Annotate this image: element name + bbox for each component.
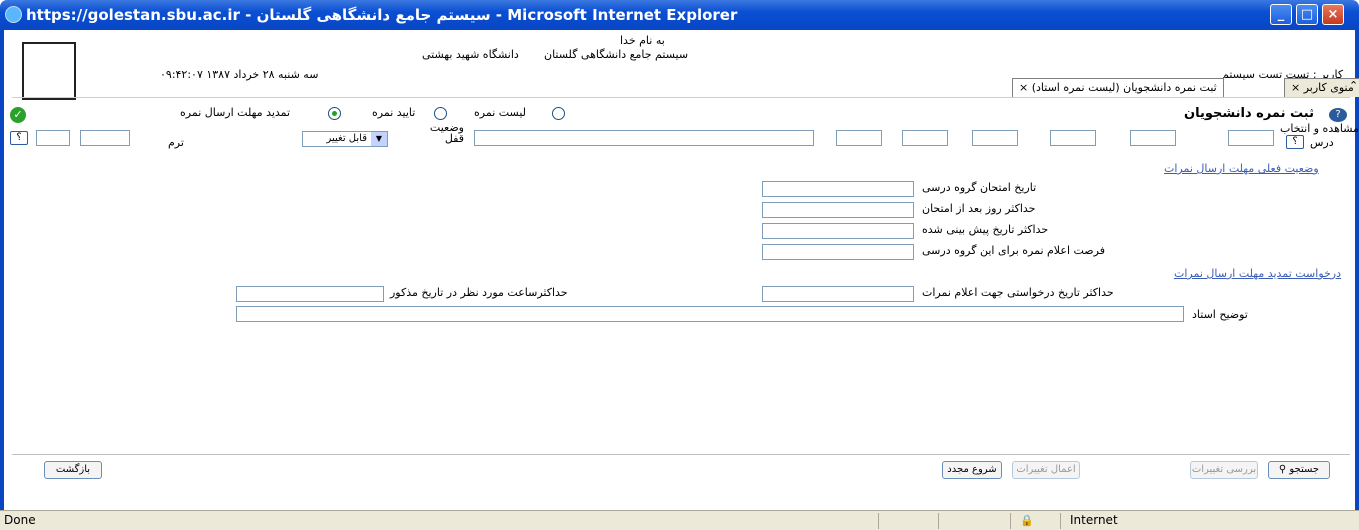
window-title: https://golestan.sbu.ac.ir - سیستم جامع … xyxy=(26,6,738,24)
review-button-label: بررسی تغییرات xyxy=(1191,464,1257,475)
current-status-heading: وضعیت فعلی مهلت ارسال نمرات xyxy=(1164,162,1319,175)
university-name: دانشگاه شهید بهشتی xyxy=(422,48,519,61)
radio-list-label: لیست نمره xyxy=(474,106,527,119)
teacher-note-label: توضیح استاد xyxy=(1192,308,1248,321)
chance-field[interactable] xyxy=(762,244,914,260)
exam-date-label: تاریخ امتحان گروه درسی xyxy=(922,181,1037,194)
term-field[interactable] xyxy=(80,130,130,146)
binoculars-icon: ⚲ xyxy=(1278,464,1287,475)
status-separator xyxy=(1060,513,1061,529)
tab-user-menu-label: منوی کاربر xyxy=(1303,81,1354,94)
bismillah-text: به نام خدا xyxy=(620,34,665,47)
ie-icon xyxy=(5,6,22,23)
status-done: Done xyxy=(4,513,36,527)
review-changes-button[interactable]: بررسی تغییرات xyxy=(1190,461,1258,479)
radio-grade-list[interactable] xyxy=(552,107,565,120)
course-label: درس xyxy=(1310,136,1334,149)
chevron-down-icon: ▼ xyxy=(371,132,387,146)
tab-close-icon[interactable]: × xyxy=(1019,81,1028,94)
lock-status-label: وضعیت قفل xyxy=(429,121,464,145)
status-zone: Internet xyxy=(1070,513,1118,527)
course-field-6[interactable] xyxy=(836,130,882,146)
exam-date-field[interactable] xyxy=(762,181,914,197)
status-separator xyxy=(878,513,879,529)
max-hour-label: حداکثرساعت مورد نظر در تاریخ مذکور xyxy=(390,286,568,299)
term-help-button[interactable]: ؟ xyxy=(10,131,28,145)
minimize-button[interactable]: _ xyxy=(1270,4,1292,25)
system-name: سیستم جامع دانشگاهی گلستان xyxy=(544,48,689,61)
chance-label: فرصت اعلام نمره برای این گروه درسی xyxy=(922,244,1105,257)
course-name-field[interactable] xyxy=(474,130,814,146)
radio-grade-confirm[interactable] xyxy=(434,107,447,120)
max-days-field[interactable] xyxy=(762,202,914,218)
back-button-label: بازگشت xyxy=(55,464,91,475)
header-divider xyxy=(12,97,1350,98)
restart-button-label: شروع مجدد xyxy=(947,464,997,475)
course-help-button[interactable]: ؟ xyxy=(1286,135,1304,149)
search-button-label: جستجو xyxy=(1289,464,1320,475)
max-days-label: حداکثر روز بعد از امتحان xyxy=(922,202,1036,215)
check-icon: ✓ xyxy=(10,107,26,123)
ie-statusbar: Done 🔒 Internet xyxy=(0,510,1359,530)
university-logo xyxy=(22,42,76,100)
course-field-2[interactable] xyxy=(1130,130,1176,146)
search-button[interactable]: ⚲ جستجو xyxy=(1268,461,1330,479)
course-field-1[interactable] xyxy=(1228,130,1274,146)
datetime-text: ۰۹:۴۲:۰۷ سه شنبه ۲۸ خرداد ۱۳۸۷ xyxy=(160,68,319,81)
view-select-label: مشاهده و انتخاب xyxy=(1280,122,1359,135)
tab-grade-entry-label: ثبت نمره دانشجویان (لیست نمره استاد) xyxy=(1031,81,1217,94)
browser-content: به نام خدا دانشگاه شهید بهشتی سیستم جامع… xyxy=(0,30,1359,510)
tab-user-menu[interactable]: × منوی کاربر xyxy=(1284,78,1359,97)
lock-status-select[interactable]: قابل تغییر ▼ xyxy=(302,131,388,147)
collapse-icon[interactable]: ⌃ xyxy=(1349,79,1358,92)
lock-icon: 🔒 xyxy=(1020,514,1034,527)
tab-grade-entry[interactable]: × ثبت نمره دانشجویان (لیست نمره استاد) xyxy=(1012,78,1224,97)
help-icon[interactable]: ? xyxy=(1329,108,1347,122)
tab-close-icon[interactable]: × xyxy=(1291,81,1300,94)
form-title: ثبت نمره دانشجویان xyxy=(1184,106,1314,121)
apply-button-label: اعمال تغییرات xyxy=(1016,464,1076,475)
term-label: ترم xyxy=(168,136,184,149)
course-field-4[interactable] xyxy=(972,130,1018,146)
extension-request-heading: درخواست تمدید مهلت ارسال نمرات xyxy=(1174,267,1342,280)
radio-extend-label: تمدید مهلت ارسال نمره xyxy=(180,106,291,119)
max-request-date-label: حداکثر تاریخ درخواستی جهت اعلام نمرات xyxy=(922,286,1114,299)
maximize-button[interactable]: □ xyxy=(1296,4,1318,25)
apply-changes-button[interactable]: اعمال تغییرات xyxy=(1012,461,1080,479)
status-separator xyxy=(938,513,939,529)
lock-status-value: قابل تغییر xyxy=(326,133,367,144)
max-request-date-field[interactable] xyxy=(762,286,914,302)
status-separator xyxy=(1010,513,1011,529)
course-field-3[interactable] xyxy=(1050,130,1096,146)
restart-button[interactable]: شروع مجدد xyxy=(942,461,1002,479)
max-hour-field[interactable] xyxy=(236,286,384,302)
max-date-field[interactable] xyxy=(762,223,914,239)
teacher-note-field[interactable] xyxy=(236,306,1184,322)
course-field-5[interactable] xyxy=(902,130,948,146)
close-button[interactable]: × xyxy=(1322,4,1344,25)
window-titlebar: https://golestan.sbu.ac.ir - سیستم جامع … xyxy=(0,0,1359,30)
radio-extend-deadline[interactable] xyxy=(328,107,341,120)
bottom-divider xyxy=(12,454,1350,455)
max-date-label: حداکثر تاریخ پیش بینی شده xyxy=(922,223,1049,236)
back-button[interactable]: بازگشت xyxy=(44,461,102,479)
radio-confirm-label: تایید نمره xyxy=(372,106,416,119)
term-field-2[interactable] xyxy=(36,130,70,146)
